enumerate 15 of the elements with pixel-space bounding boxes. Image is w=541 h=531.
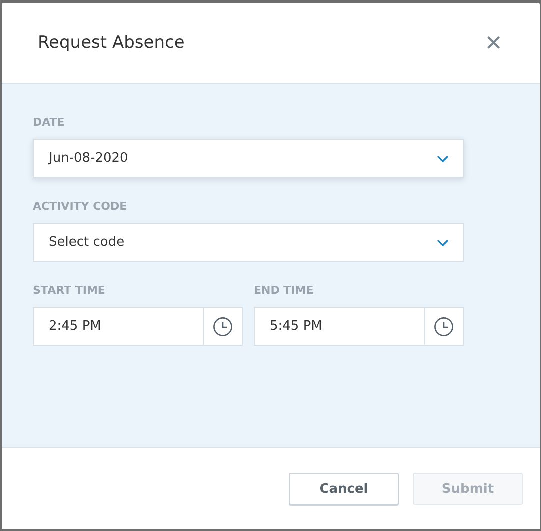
field-label: ACTIVITY CODE <box>33 200 128 213</box>
cancel-button[interactable]: Cancel <box>289 473 399 505</box>
dropdown-field[interactable]: Jun-08-2020 <box>33 139 464 178</box>
clock-icon <box>434 316 454 336</box>
dropdown-field[interactable]: Select code <box>33 223 464 262</box>
field-label: START TIME <box>33 284 106 297</box>
field-label: END TIME <box>254 284 315 297</box>
clock-icon <box>213 316 233 336</box>
dialog-title: Request Absence <box>38 33 185 53</box>
chevron-down-icon <box>437 238 449 246</box>
close-button[interactable]: × <box>486 29 502 57</box>
time-field[interactable]: 2:45 PM <box>33 307 243 346</box>
field-label: DATE <box>33 116 66 129</box>
time-field[interactable]: 5:45 PM <box>254 307 464 346</box>
chevron-down-icon <box>437 154 449 162</box>
